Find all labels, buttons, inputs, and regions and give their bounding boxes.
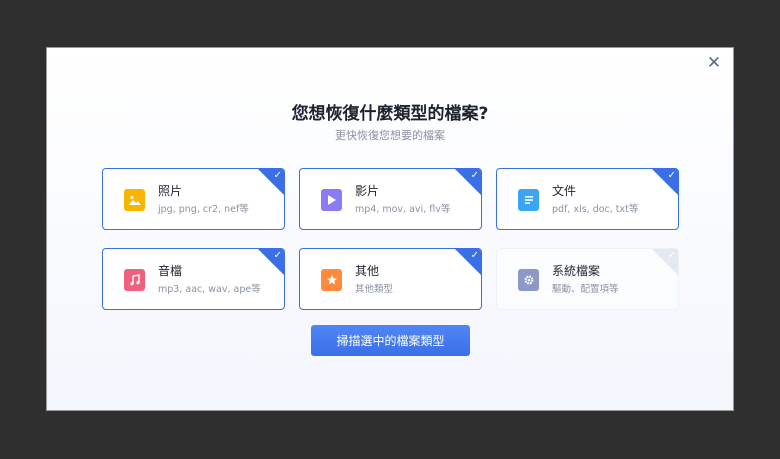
file-type-desc: mp3, aac, wav, ape等 — [158, 284, 261, 295]
file-type-card-audio[interactable]: ✓ 音檔 mp3, aac, wav, ape等 — [102, 248, 285, 310]
file-type-desc: jpg, png, cr2, nef等 — [158, 204, 249, 215]
file-type-card-video[interactable]: ✓ 影片 mp4, mov, avi, flv等 — [299, 168, 482, 230]
file-type-desc: 其他類型 — [355, 284, 394, 295]
file-type-name: 系統檔案 — [552, 264, 601, 278]
dialog-subtitle: 更快恢復您想要的檔案 — [335, 129, 445, 142]
file-type-name: 照片 — [158, 184, 183, 198]
file-type-desc: pdf, xls, doc, txt等 — [552, 204, 639, 215]
file-type-desc: mp4, mov, avi, flv等 — [355, 204, 451, 215]
file-type-card-document[interactable]: ✓ 文件 pdf, xls, doc, txt等 — [496, 168, 679, 230]
checkmark-icon: ✓ — [273, 170, 282, 181]
file-type-desc: 驅動、配置項等 — [552, 284, 619, 295]
file-type-name: 文件 — [552, 184, 577, 198]
checkmark-icon: ✓ — [667, 170, 676, 181]
file-type-name: 其他 — [355, 264, 380, 278]
file-type-card-other[interactable]: ✓ 其他 其他類型 — [299, 248, 482, 310]
checkmark-icon: ✓ — [273, 250, 282, 261]
gear-icon — [518, 269, 539, 291]
file-type-name: 影片 — [355, 184, 380, 198]
music-note-icon — [124, 269, 145, 291]
file-type-card-photo[interactable]: ✓ 照片 jpg, png, cr2, nef等 — [102, 168, 285, 230]
checkmark-icon: ✓ — [667, 250, 676, 261]
checkmark-icon: ✓ — [470, 250, 479, 261]
scan-selected-types-button[interactable]: 掃描選中的檔案類型 — [311, 325, 470, 356]
file-type-card-system[interactable]: ✓ 系統檔案 驅動、配置項等 — [496, 248, 679, 310]
dialog-title: 您想恢復什麼類型的檔案? — [291, 104, 489, 124]
recovery-file-type-dialog: ✕ 您想恢復什麼類型的檔案? 更快恢復您想要的檔案 ✓ 照片 jpg, png,… — [46, 47, 734, 411]
document-icon — [518, 189, 539, 211]
play-icon — [321, 189, 342, 211]
checkmark-icon: ✓ — [470, 170, 479, 181]
star-icon — [321, 269, 342, 291]
image-icon — [124, 189, 145, 211]
close-icon[interactable]: ✕ — [705, 54, 723, 72]
file-type-name: 音檔 — [158, 264, 183, 278]
